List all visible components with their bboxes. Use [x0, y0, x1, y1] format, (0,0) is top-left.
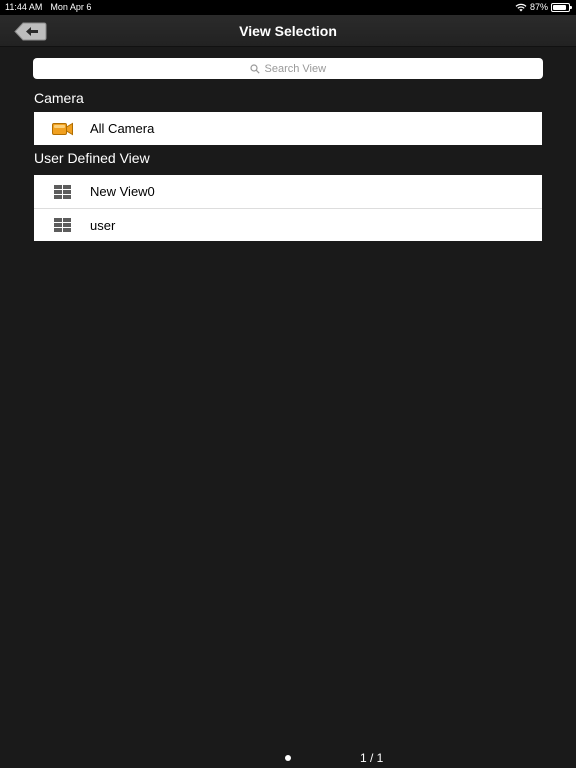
- grid-icon-wrap: [34, 184, 90, 199]
- user-view-list: New View0 user: [34, 175, 542, 241]
- grid-layout-icon: [53, 218, 71, 232]
- battery-icon: [551, 3, 572, 12]
- list-item-user[interactable]: user: [34, 208, 542, 241]
- list-item-all-camera[interactable]: All Camera: [34, 112, 542, 145]
- grid-layout-icon: [53, 184, 71, 199]
- wifi-icon: [515, 3, 527, 12]
- list-item-label: New View0: [90, 184, 155, 199]
- search-box[interactable]: [33, 58, 543, 79]
- camera-list: All Camera: [34, 112, 542, 145]
- list-item-new-view0[interactable]: New View0: [34, 175, 542, 208]
- page-title: View Selection: [239, 23, 337, 39]
- camera-section-header: Camera: [34, 90, 84, 106]
- camera-icon: [51, 122, 73, 135]
- pager: 1 / 1: [0, 749, 576, 767]
- status-bar: 11:44 AM Mon Apr 6 87%: [0, 0, 576, 15]
- status-right: 87%: [515, 0, 572, 15]
- search-icon: [249, 63, 260, 74]
- camera-icon-wrap: [34, 122, 90, 136]
- user-section-header: User Defined View: [34, 150, 150, 166]
- grid-icon-wrap: [34, 218, 90, 232]
- list-item-label: All Camera: [90, 121, 155, 136]
- status-time: 11:44 AM: [5, 2, 43, 12]
- list-item-label: user: [90, 217, 116, 233]
- page-count: 1 / 1: [360, 751, 384, 765]
- status-left: 11:44 AM Mon Apr 6: [5, 0, 91, 15]
- battery-percent: 87%: [529, 2, 548, 12]
- status-date: Mon Apr 6: [50, 2, 92, 12]
- battery-fill: [553, 5, 567, 10]
- page-indicator-dot[interactable]: [285, 755, 291, 761]
- search-input[interactable]: [264, 62, 327, 75]
- nav-bar: View Selection: [0, 15, 576, 47]
